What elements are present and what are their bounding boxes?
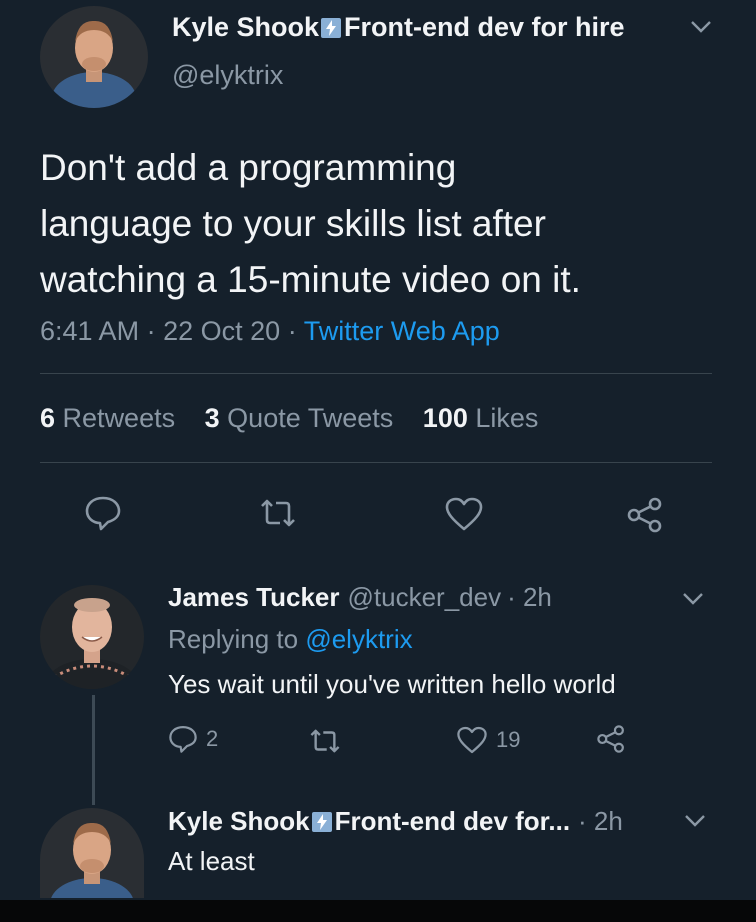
reply-reply-button[interactable]: 2 (168, 724, 218, 754)
tweet-text-line: language to your skills list after (40, 203, 546, 244)
quotes-count: 3 (204, 403, 220, 433)
tweet-stats: 6 Retweets 3 Quote Tweets 100 Likes (40, 403, 560, 434)
reply-button[interactable] (84, 495, 122, 531)
reply-like-button[interactable]: 19 (456, 725, 520, 755)
heart-icon (457, 726, 487, 754)
reply2-author-avatar[interactable] (40, 808, 144, 898)
reply-header: James Tucker @tucker_dev · 2h (168, 582, 552, 613)
share-icon (627, 497, 662, 533)
reply-retweet-button[interactable] (308, 728, 342, 754)
like-button[interactable] (444, 496, 484, 532)
divider (40, 462, 712, 463)
likes-stat[interactable]: 100 Likes (423, 403, 539, 433)
tweet-time: 6:41 AM (40, 316, 140, 346)
reply-author-name[interactable]: James Tucker (168, 582, 340, 613)
separator: · (287, 316, 297, 346)
lightning-bolt-icon (321, 17, 342, 38)
bottom-bar (0, 900, 756, 922)
author-name[interactable]: Kyle Shook (172, 12, 319, 43)
tweet-text-line: watching a 15-minute video on it. (40, 259, 581, 300)
heart-icon (445, 497, 483, 531)
tweet-thread-screen: Kyle Shook Front-end dev for hire @elykt… (0, 0, 756, 900)
quotes-label: Quote Tweets (227, 403, 394, 433)
reply2-time: · 2h (578, 806, 623, 836)
author-avatar[interactable] (40, 6, 148, 108)
retweets-count: 6 (40, 403, 56, 433)
reply-text: Yes wait until you've written hello worl… (168, 669, 616, 699)
retweets-label: Retweets (62, 403, 176, 433)
share-button[interactable] (626, 496, 664, 534)
share-icon (597, 725, 624, 753)
replying-to: Replying to @elyktrix (168, 624, 413, 655)
reply2-header: Kyle Shook Front-end dev for... · 2h (168, 806, 623, 837)
retweet-button[interactable] (258, 498, 298, 528)
speech-bubble-icon (169, 726, 197, 753)
author-header: Kyle Shook Front-end dev for hire (172, 12, 625, 43)
chevron-down-icon[interactable] (684, 814, 706, 828)
tweet-source[interactable]: Twitter Web App (304, 316, 500, 346)
replying-to-handle[interactable]: @elyktrix (305, 624, 412, 654)
tweet-text: Don't add a programming language to your… (40, 140, 720, 308)
reply-time: · 2h (507, 582, 552, 612)
reply-count: 2 (206, 726, 219, 751)
lightning-bolt-icon (311, 811, 332, 832)
speech-bubble-icon (85, 496, 121, 531)
likes-label: Likes (475, 403, 539, 433)
chevron-down-icon[interactable] (682, 592, 704, 606)
replying-to-label: Replying to (168, 624, 299, 654)
tweet-metadata: 6:41 AM · 22 Oct 20 · Twitter Web App (40, 316, 500, 347)
quotes-stat[interactable]: 3 Quote Tweets (205, 403, 401, 433)
author-handle[interactable]: @elyktrix (172, 60, 283, 91)
reply-author-handle[interactable]: @tucker_dev (348, 582, 502, 613)
separator: · (146, 316, 156, 346)
retweets-stat[interactable]: 6 Retweets (40, 403, 183, 433)
like-count: 19 (496, 727, 521, 752)
tweet-text-line: Don't add a programming (40, 147, 457, 188)
likes-count: 100 (422, 403, 468, 433)
reply-author-avatar[interactable] (40, 585, 144, 689)
chevron-down-icon[interactable] (690, 20, 712, 34)
retweet-icon (261, 499, 295, 527)
tweet-date: 22 Oct 20 (163, 316, 281, 346)
reply-share-button[interactable] (596, 724, 626, 754)
reply2-author-bio: Front-end dev for... (334, 806, 571, 836)
author-bio: Front-end dev for hire (344, 12, 625, 42)
divider (40, 373, 712, 374)
thread-connector-line (92, 695, 95, 805)
reply2-author-name[interactable]: Kyle Shook (168, 806, 310, 837)
reply2-text: At least (168, 846, 255, 876)
retweet-icon (310, 729, 340, 753)
